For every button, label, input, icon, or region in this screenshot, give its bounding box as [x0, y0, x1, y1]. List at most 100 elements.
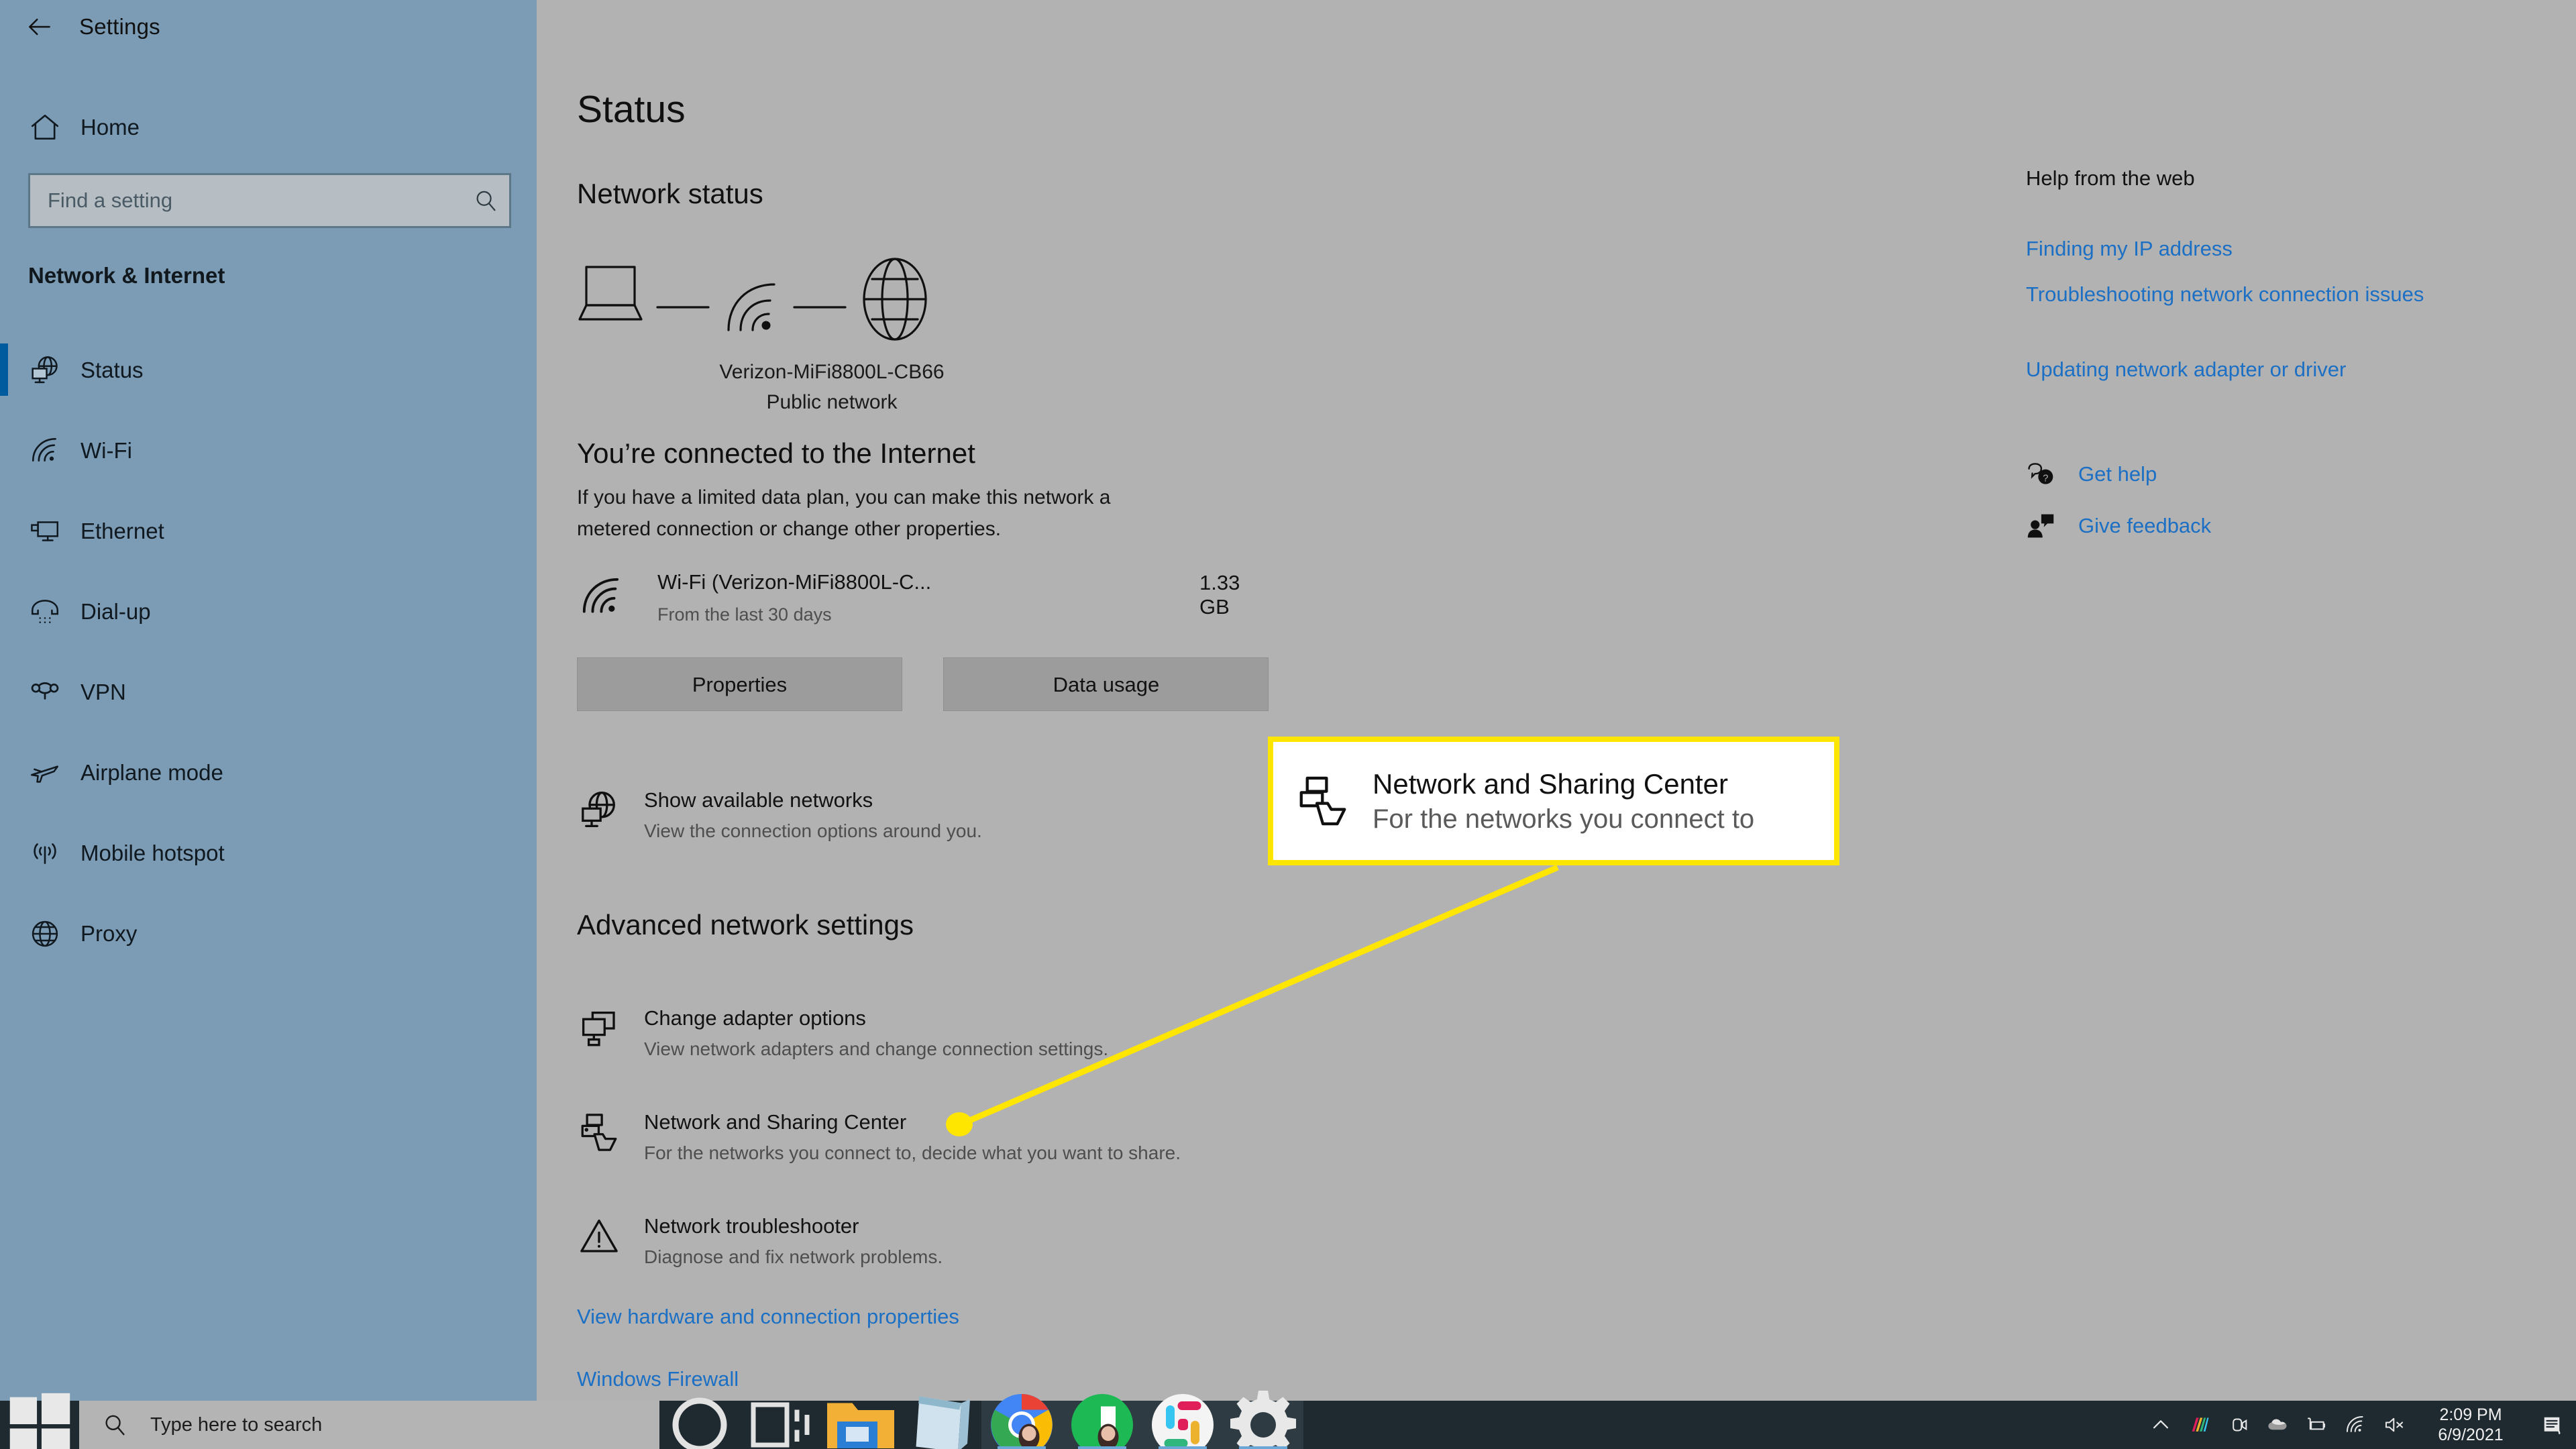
- sidebar-item-airplane-mode[interactable]: Airplane mode: [0, 733, 537, 813]
- active-app-underline: [998, 1446, 1046, 1449]
- wifi-icon: [28, 434, 80, 468]
- view-hardware-properties-link[interactable]: View hardware and connection properties: [577, 1305, 959, 1329]
- battery-charging-icon: [2305, 1413, 2328, 1436]
- advanced-settings-heading: Advanced network settings: [577, 909, 914, 941]
- globe-monitor-icon: [577, 788, 627, 838]
- slack-icon: [1142, 1385, 1223, 1449]
- network-diagram: [577, 255, 1114, 349]
- sidebar-item-status[interactable]: Status: [0, 330, 537, 411]
- file-explorer-button[interactable]: [820, 1401, 901, 1449]
- action-label: Get help: [2078, 462, 2157, 486]
- clock-date: 6/9/2021: [2438, 1425, 2503, 1446]
- volume-muted-icon: [2383, 1413, 2406, 1436]
- vpn-key-icon: [28, 676, 80, 709]
- spotify-icon: [1062, 1385, 1142, 1449]
- item-subtitle: View network adapters and change connect…: [644, 1038, 1108, 1060]
- taskbar-search-placeholder: Type here to search: [150, 1414, 322, 1436]
- sharing-folder-icon: [577, 1110, 627, 1160]
- search-icon: [79, 1412, 150, 1438]
- wifi-tray-icon: [2344, 1413, 2367, 1436]
- cortana-button[interactable]: [659, 1401, 740, 1449]
- sidebar-item-label: Mobile hotspot: [80, 841, 225, 866]
- onedrive-button[interactable]: [2258, 1401, 2297, 1449]
- sidebar-item-label: Home: [80, 115, 140, 140]
- warning-triangle-icon: [577, 1214, 627, 1264]
- taskbar-search-box[interactable]: Type here to search: [79, 1401, 659, 1449]
- sidebar-item-vpn[interactable]: VPN: [0, 652, 537, 733]
- battery-button[interactable]: [2297, 1401, 2336, 1449]
- clock[interactable]: 2:09 PM 6/9/2021: [2414, 1401, 2528, 1449]
- volume-button[interactable]: [2375, 1401, 2414, 1449]
- wifi-tray-button[interactable]: [2336, 1401, 2375, 1449]
- properties-button[interactable]: Properties: [577, 657, 902, 711]
- window-titlebar-left: Settings: [0, 0, 537, 54]
- chrome-icon: [981, 1385, 1062, 1449]
- back-arrow-icon: [25, 12, 54, 42]
- onenote-button[interactable]: [901, 1401, 981, 1449]
- show-hidden-icons-button[interactable]: [2141, 1401, 2180, 1449]
- sharing-folder-icon: [1273, 772, 1373, 830]
- question-bubble-icon: ?: [2026, 460, 2078, 489]
- onedrive-icon: [2266, 1413, 2289, 1436]
- connected-description-line1: If you have a limited data plan, you can…: [577, 486, 1110, 509]
- action-button-row: Properties Data usage: [577, 657, 1269, 711]
- settings-gear-icon: [1223, 1385, 1303, 1449]
- home-icon: [28, 111, 80, 144]
- globe-icon: [864, 259, 926, 339]
- spotify-button[interactable]: [1062, 1401, 1142, 1449]
- system-tray: 2:09 PM 6/9/2021: [2141, 1401, 2576, 1449]
- search-icon: [462, 188, 509, 213]
- settings-sidebar: Settings Home Network & Intern: [0, 0, 537, 1402]
- task-view-button[interactable]: [740, 1401, 820, 1449]
- file-explorer-icon: [820, 1385, 901, 1449]
- sidebar-item-label: Dial-up: [80, 599, 151, 625]
- sidebar-item-mobile-hotspot[interactable]: Mobile hotspot: [0, 813, 537, 894]
- action-label: Give feedback: [2078, 514, 2211, 538]
- ethernet-icon: [28, 515, 80, 548]
- chrome-button[interactable]: [981, 1401, 1062, 1449]
- data-usage-button[interactable]: Data usage: [943, 657, 1269, 711]
- feedback-person-icon: [2026, 511, 2078, 541]
- help-link-finding-ip[interactable]: Finding my IP address: [2026, 235, 2428, 262]
- camera-tray-button[interactable]: [2219, 1401, 2258, 1449]
- camera-tray-icon: [2227, 1413, 2250, 1436]
- help-link-troubleshooting[interactable]: Troubleshooting network connection issue…: [2026, 280, 2428, 308]
- sidebar-item-wifi[interactable]: Wi-Fi: [0, 411, 537, 491]
- sidebar-item-home[interactable]: Home: [0, 94, 537, 161]
- network-type: Public network: [577, 391, 1087, 414]
- callout-title: Network and Sharing Center: [1373, 768, 1831, 800]
- back-button[interactable]: [0, 0, 79, 54]
- help-link-updating-adapter[interactable]: Updating network adapter or driver: [2026, 356, 2428, 383]
- globe-monitor-icon: [28, 354, 80, 387]
- clock-time: 2:09 PM: [2439, 1405, 2502, 1426]
- slack-tray-icon: [2188, 1413, 2211, 1436]
- search-input[interactable]: [30, 189, 462, 213]
- slack-tray-button[interactable]: [2180, 1401, 2219, 1449]
- sidebar-item-dialup[interactable]: Dial-up: [0, 572, 537, 652]
- cortana-icon: [659, 1385, 740, 1449]
- start-button[interactable]: [0, 1401, 79, 1449]
- connected-heading: You’re connected to the Internet: [577, 437, 975, 470]
- network-name: Verizon-MiFi8800L-CB66: [577, 361, 1087, 384]
- taskbar: Type here to search: [0, 1401, 2576, 1449]
- settings-search-box[interactable]: [28, 173, 511, 228]
- slack-button[interactable]: [1142, 1401, 1223, 1449]
- get-help-action[interactable]: ? Get help: [2026, 460, 2157, 489]
- sidebar-nav-list: Status Wi-Fi: [0, 330, 537, 974]
- callout-subtitle: For the networks you connect to: [1373, 804, 1831, 835]
- sidebar-item-ethernet[interactable]: Ethernet: [0, 491, 537, 572]
- help-heading: Help from the web: [2026, 166, 2195, 191]
- sidebar-item-label: Proxy: [80, 921, 137, 947]
- settings-button[interactable]: [1223, 1401, 1303, 1449]
- active-app-underline: [1078, 1446, 1126, 1449]
- hotspot-icon: [28, 837, 80, 870]
- sidebar-item-proxy[interactable]: Proxy: [0, 894, 537, 974]
- wifi-icon: [577, 572, 629, 625]
- network-status-heading: Network status: [577, 178, 763, 210]
- give-feedback-action[interactable]: Give feedback: [2026, 511, 2211, 541]
- task-view-icon: [740, 1385, 820, 1449]
- active-app-underline: [1239, 1446, 1287, 1449]
- sidebar-item-label: VPN: [80, 680, 126, 705]
- notifications-button[interactable]: [2528, 1401, 2576, 1449]
- taskbar-pinned-apps: [659, 1401, 1303, 1449]
